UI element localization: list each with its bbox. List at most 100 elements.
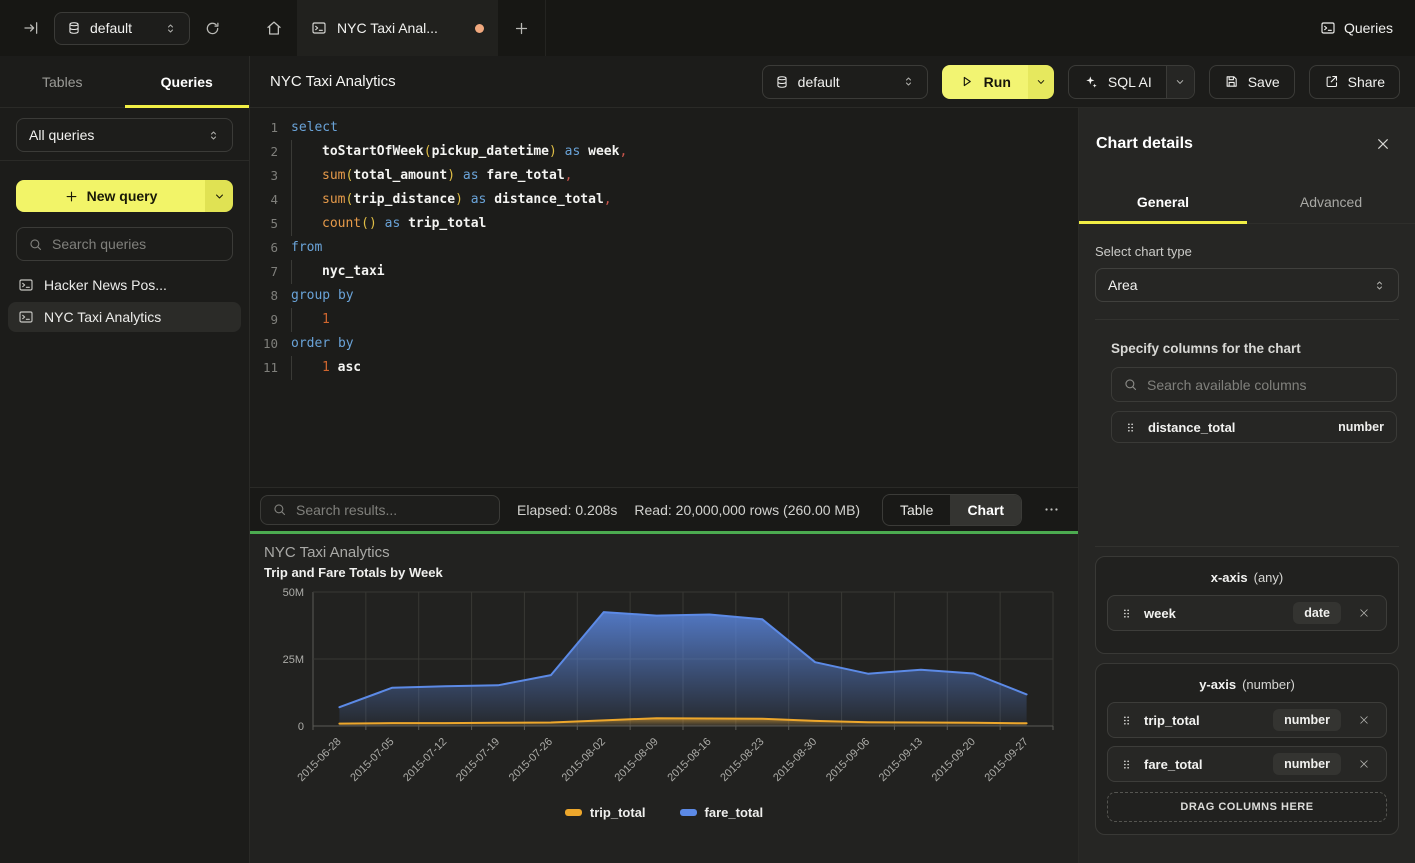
line-number: 11 (250, 356, 278, 380)
query-filter-select[interactable]: All queries (16, 118, 233, 152)
sql-console-app: default NYC Taxi Anal... Queries Tables … (0, 0, 1415, 863)
line-number: 4 (250, 188, 278, 212)
tab-tables-label: Tables (42, 74, 82, 90)
legend-item-fare-total[interactable]: fare_total (680, 805, 764, 820)
y-axis-column-fare-total[interactable]: fare_total number (1107, 746, 1387, 782)
y-axis-column-trip-total[interactable]: trip_total number (1107, 702, 1387, 738)
chart-details-body: Select chart type Area Specify columns f… (1079, 224, 1415, 863)
refresh-icon[interactable] (200, 16, 225, 41)
drag-handle-icon[interactable] (1120, 714, 1133, 727)
topbar-database-select[interactable]: default (54, 12, 190, 45)
home-icon (265, 19, 283, 37)
drag-handle-icon[interactable] (1120, 758, 1133, 771)
remove-column-icon[interactable] (1352, 605, 1376, 621)
plus-icon (513, 20, 530, 37)
tab-queries[interactable]: Queries (125, 56, 250, 107)
drag-columns-dropzone[interactable]: DRAG COLUMNS HERE (1107, 792, 1387, 822)
code-line: 3sum(total_amount) as fare_total, (250, 164, 1078, 188)
sidebar-tabs: Tables Queries (0, 56, 249, 108)
line-number: 1 (250, 116, 278, 140)
x-axis-dropzone: x-axis(any) week date (1095, 556, 1399, 654)
chart-legend: trip_total fare_total (250, 805, 1078, 820)
search-columns-box (1111, 367, 1397, 402)
new-query-main[interactable]: New query (16, 180, 205, 212)
topbar-database-value: default (90, 20, 155, 36)
query-item-label: Hacker News Pos... (44, 277, 167, 293)
home-tab[interactable] (250, 0, 297, 56)
remove-column-icon[interactable] (1352, 756, 1376, 772)
run-options-dropdown[interactable] (1028, 65, 1054, 99)
search-columns-input[interactable] (1147, 377, 1385, 393)
available-column-distance-total[interactable]: distance_total number (1111, 411, 1397, 443)
share-button[interactable]: Share (1309, 65, 1400, 99)
tab-advanced[interactable]: Advanced (1247, 180, 1415, 223)
y-axis-title: y-axis(number) (1107, 677, 1387, 692)
new-tab-button[interactable] (498, 0, 546, 56)
sql-ai-button[interactable]: SQL AI (1068, 65, 1195, 99)
save-button[interactable]: Save (1209, 65, 1295, 99)
drag-handle-icon[interactable] (1124, 421, 1137, 434)
results-toolbar: Elapsed: 0.208s Read: 20,000,000 rows (2… (250, 487, 1078, 531)
x-tick-label: 2015-09-20 (930, 736, 978, 784)
x-tick-label: 2015-08-09 (613, 736, 661, 784)
legend-item-trip-total[interactable]: trip_total (565, 805, 646, 820)
run-button-main[interactable]: Run (942, 65, 1028, 99)
svg-text:0: 0 (298, 721, 304, 733)
more-options-icon[interactable] (1039, 499, 1064, 520)
updown-chevron-icon (902, 75, 915, 88)
divider (1095, 546, 1399, 547)
tab-general[interactable]: General (1079, 180, 1247, 223)
chart-type-select[interactable]: Area (1095, 268, 1399, 302)
line-number: 5 (250, 212, 278, 236)
chart-details-title: Chart details (1096, 135, 1193, 153)
query-item-label: NYC Taxi Analytics (44, 309, 161, 325)
view-toggle-chart[interactable]: Chart (950, 495, 1021, 525)
sql-editor[interactable]: 1select2toStartOfWeek(pickup_datetime) a… (250, 108, 1078, 487)
query-list-item[interactable]: Hacker News Pos... (8, 270, 241, 300)
x-tick-label: 2015-09-06 (824, 736, 872, 784)
remove-column-icon[interactable] (1352, 712, 1376, 728)
query-list-item-selected[interactable]: NYC Taxi Analytics (8, 302, 241, 332)
main-column: 1select2toStartOfWeek(pickup_datetime) a… (250, 108, 1078, 863)
search-queries-input[interactable] (52, 236, 221, 252)
code-line: 8group by (250, 284, 1078, 308)
tab-tables[interactable]: Tables (0, 56, 125, 107)
tab-general-label: General (1137, 194, 1189, 210)
code-line: 10order by (250, 332, 1078, 356)
collapse-sidebar-icon[interactable] (18, 15, 44, 41)
updown-chevron-icon (1373, 279, 1386, 292)
new-query-label: New query (87, 188, 158, 204)
toolbar-database-select[interactable]: default (762, 65, 928, 99)
new-query-button[interactable]: New query (16, 180, 233, 212)
sql-ai-main[interactable]: SQL AI (1069, 66, 1166, 98)
topbar: default NYC Taxi Anal... Queries (0, 0, 1415, 56)
close-icon[interactable] (1375, 136, 1391, 152)
x-tick-label: 2015-07-12 (401, 736, 449, 784)
legend-swatch-blue (680, 809, 697, 816)
column-type-badge: number (1273, 709, 1341, 731)
sql-ai-dropdown[interactable] (1166, 66, 1194, 98)
terminal-icon (1320, 20, 1336, 36)
new-query-dropdown[interactable] (205, 180, 233, 212)
x-tick-label: 2015-06-28 (295, 736, 343, 784)
code-line: 5count() as trip_total (250, 212, 1078, 236)
queries-button[interactable]: Queries (1298, 0, 1415, 56)
share-icon (1324, 74, 1339, 89)
x-tick-label: 2015-09-27 (983, 736, 1031, 784)
x-tick-label: 2015-08-23 (718, 736, 766, 784)
column-type-badge: date (1293, 602, 1341, 624)
drag-handle-icon[interactable] (1120, 607, 1133, 620)
query-filter-value: All queries (29, 127, 198, 143)
x-axis-name: x-axis (1211, 570, 1248, 585)
search-results-input[interactable] (296, 502, 488, 518)
play-icon (959, 74, 974, 89)
rows-read: Read: 20,000,000 rows (260.00 MB) (634, 502, 860, 518)
column-name: fare_total (1144, 757, 1262, 772)
updown-chevron-icon (207, 129, 220, 142)
run-button[interactable]: Run (942, 65, 1054, 99)
terminal-icon (18, 309, 34, 325)
tab-queries-label: Queries (161, 74, 213, 90)
view-toggle-table[interactable]: Table (883, 495, 950, 525)
tab-nyc-taxi-analytics[interactable]: NYC Taxi Anal... (297, 0, 498, 56)
x-axis-column-week[interactable]: week date (1107, 595, 1387, 631)
